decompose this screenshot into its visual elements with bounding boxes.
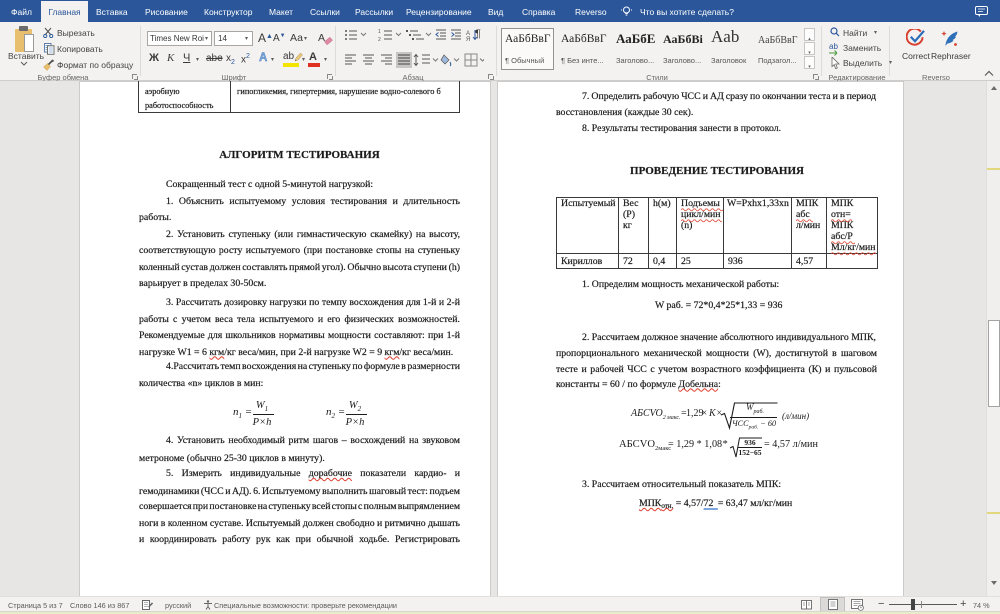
svg-text:Я: Я — [466, 37, 470, 42]
svg-text:1: 1 — [378, 29, 381, 35]
svg-text:2: 2 — [378, 37, 381, 42]
